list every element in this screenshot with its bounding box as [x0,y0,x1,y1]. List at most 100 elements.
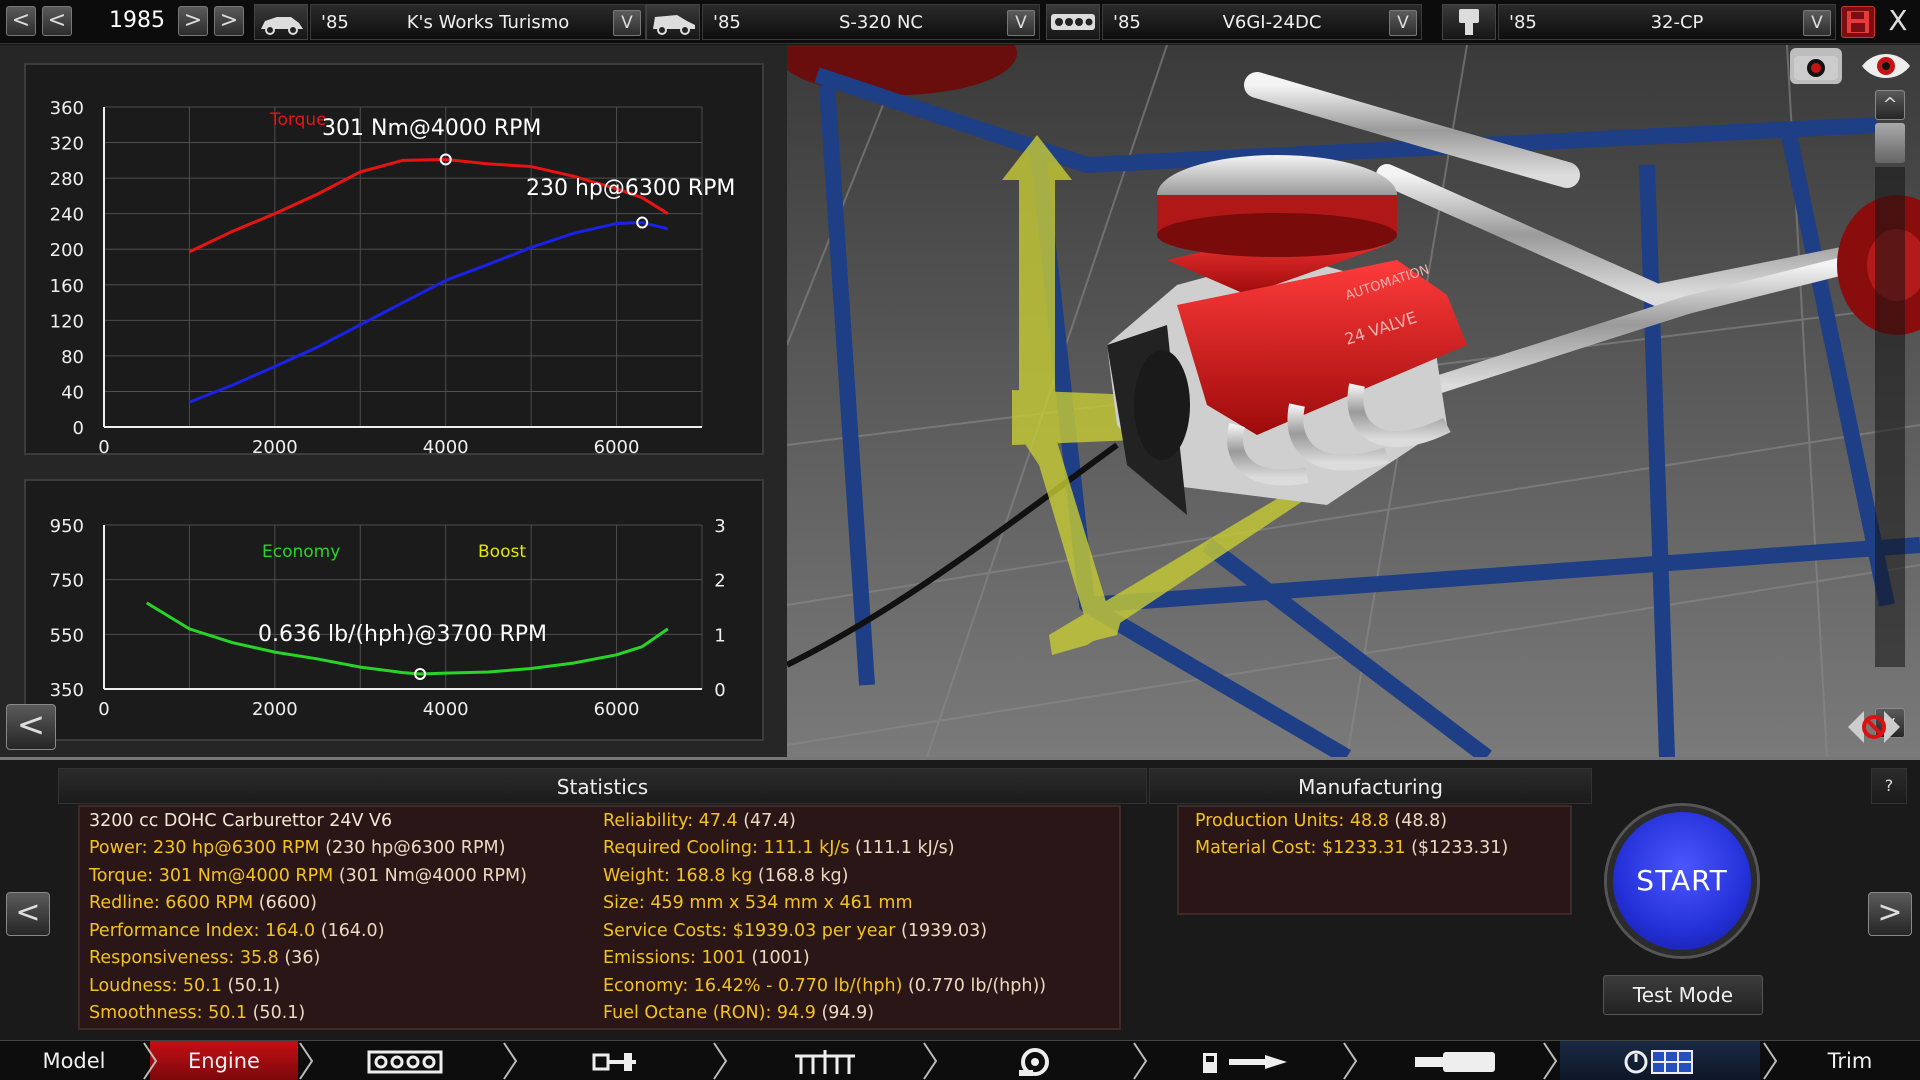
scroll-thumb[interactable] [1875,123,1905,163]
bottom-panel: Statistics Manufacturing ? < 3200 cc DOH… [0,757,1920,1040]
engine-3d-viewport[interactable]: AUTOMATION 24 VALVE ^ v [787,45,1920,757]
y-tick-label-right: 1 [714,625,725,646]
scroll-track[interactable] [1875,167,1905,667]
engine-designer-app: < < 1985 > > '85 K's Works Turismo V '85… [0,0,1920,1080]
stat-weight: Weight: 168.8 kg (168.8 kg) [603,866,849,886]
stat-loudness: Loudness: 50.1 (50.1) [89,976,281,996]
tuning-icon [1624,1050,1693,1074]
x-tick-label: 4000 [423,699,469,720]
nav-cylinder-head[interactable] [750,1041,900,1080]
stat-redline: Redline: 6600 RPM (6600) [89,893,317,913]
body-name: K's Works Turismo [406,12,570,33]
cylinder-head-icon [795,1050,855,1074]
y-tick-label-right: 3 [714,516,725,537]
nav-exhaust[interactable] [1380,1041,1530,1080]
car-body-icon[interactable] [254,4,308,40]
nav-engine[interactable]: Engine [150,1041,298,1080]
prev-stats-button[interactable]: < [6,892,50,936]
statistics-header: Statistics [58,768,1147,804]
trim-name: S-320 NC [838,12,924,33]
car-trim-icon[interactable] [646,4,700,40]
top-toolbar: < < 1985 > > '85 K's Works Turismo V '85… [0,0,1920,44]
stat-production-units: Production Units: 48.8 (48.8) [1195,811,1448,831]
torque-power-chart: 360320280240200160120804000 2000 4000 6000T… [50,98,736,457]
economy-graph: 950 750 550 350 3 2 1 0 0 2000 4000 6000 Economy Boos… [24,479,764,741]
eye-icon[interactable] [1860,48,1912,84]
nav-turbo[interactable] [960,1041,1110,1080]
design-steps-nav: Model Engine Trim [0,1040,1920,1080]
y-tick-label: 320 [50,134,84,155]
nav-tuning[interactable] [1560,1041,1760,1080]
nav-chevron-icon [503,1042,518,1080]
stat-material-cost: Material Cost: $1233.31 ($1233.31) [1195,838,1509,858]
y-tick-label-right: 0 [714,680,725,701]
camera-icon[interactable] [1790,48,1842,84]
test-mode-button[interactable]: Test Mode [1603,975,1763,1015]
next-stats-button[interactable]: > [1868,892,1912,936]
stat-responsiveness: Responsiveness: 35.8 (36) [89,948,321,968]
body-year: '85 [321,12,349,33]
y-tick-label: 160 [50,276,84,297]
engine-block-icon[interactable] [1046,4,1100,40]
x-tick-label: 2000 [252,699,298,720]
x-tick-label: 6000 [594,437,640,457]
stat-emissions: Emissions: 1001 (1001) [603,948,810,968]
trim-year: '85 [713,12,741,33]
boost-legend-label: Boost [478,542,526,562]
stat-required-cooling: Required Cooling: 111.1 kJ/s (111.1 kJ/s… [603,838,955,858]
nav-chevron-icon [713,1042,728,1080]
statistics-box: 3200 cc DOHC Carburettor 24V V6 Power: 2… [78,805,1121,1030]
y-tick-label: 0 [73,418,84,439]
nav-model[interactable]: Model [0,1041,148,1080]
engine-block-icon [367,1050,443,1074]
close-button[interactable]: X [1881,6,1915,38]
nav-chevron-icon [923,1042,938,1080]
body-selector[interactable]: '85 K's Works Turismo V [310,4,646,40]
engine-family-selector[interactable]: '85 V6GI-24DC V [1102,4,1422,40]
engine-family-name: V6GI-24DC [1222,12,1322,33]
x-tick-label: 6000 [594,699,640,720]
start-button[interactable]: START [1607,806,1757,956]
nav-trim[interactable]: Trim [1780,1041,1920,1080]
help-button[interactable]: ? [1871,768,1907,804]
y-tick-label: 200 [50,240,84,261]
year-next-fast-button[interactable]: > [214,6,244,36]
torque-series-line [188,157,669,254]
y-tick-label-left: 350 [50,680,84,701]
nav-fuel-system[interactable] [1170,1041,1320,1080]
save-button[interactable] [1841,6,1875,38]
stat-torque: Torque: 301 Nm@4000 RPM (301 Nm@4000 RPM… [89,866,527,886]
peak-power-label: 230 hp@6300 RPM [526,176,735,201]
y-tick-label-left: 750 [50,571,84,592]
stat-reliability: Reliability: 47.4 (47.4) [603,811,796,831]
x-tick-label: 2000 [252,437,298,457]
stat-fuel-octane: Fuel Octane (RON): 94.9 (94.9) [603,1003,875,1023]
body-dropdown-button[interactable]: V [613,10,641,36]
engine-variant-dropdown-button[interactable]: V [1803,10,1831,36]
engine-scene: AUTOMATION 24 VALVE [787,45,1920,757]
engine-family-dropdown-button[interactable]: V [1389,10,1417,36]
torque-legend-label: Torque [269,110,327,130]
trim-dropdown-button[interactable]: V [1007,10,1035,36]
trim-selector[interactable]: '85 S-320 NC V [702,4,1040,40]
crankshaft-icon [592,1053,636,1071]
collapse-graphs-button[interactable]: < [6,704,56,750]
nav-chevron-icon [143,1042,158,1080]
x-tick-label: 4000 [423,437,469,457]
nav-crankshaft[interactable] [540,1041,690,1080]
model-year: 1985 [109,8,165,33]
x-tick-label: 0 [98,437,109,457]
nav-engine-block[interactable] [330,1041,480,1080]
view-scrollbar[interactable]: ^ v [1870,85,1914,738]
piston-icon[interactable] [1442,4,1496,40]
year-prev-fast-button[interactable]: < [6,6,36,36]
scroll-up-button[interactable]: ^ [1875,90,1905,120]
reset-view-icon[interactable] [1844,705,1904,749]
engine-variant-selector[interactable]: '85 32-CP V [1498,4,1836,40]
y-tick-label-left: 550 [50,625,84,646]
engine-description: 3200 cc DOHC Carburettor 24V V6 [89,811,393,831]
year-prev-button[interactable]: < [42,6,72,36]
year-next-button[interactable]: > [178,6,208,36]
y-tick-label-right: 2 [714,571,725,592]
nav-chevron-icon [1543,1042,1558,1080]
